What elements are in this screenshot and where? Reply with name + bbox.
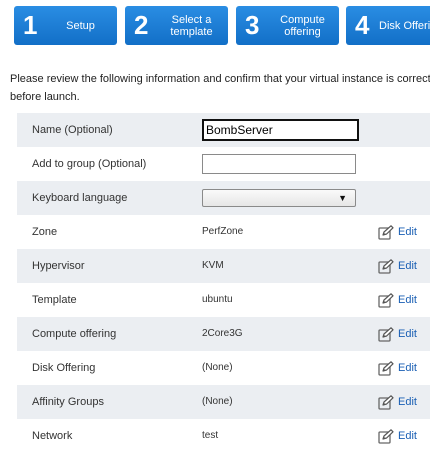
- edit-button[interactable]: Edit: [378, 428, 417, 444]
- edit-pencil-icon: [378, 326, 394, 342]
- edit-pencil-icon: [378, 224, 394, 240]
- row-group: Add to group (Optional): [17, 147, 430, 181]
- field-value: (None): [202, 396, 233, 407]
- field-label: Add to group (Optional): [32, 158, 147, 170]
- edit-pencil-icon: [378, 360, 394, 376]
- field-label: Keyboard language: [32, 192, 128, 204]
- field-label: Template: [32, 294, 77, 306]
- step-number: 3: [245, 10, 260, 40]
- wizard-steps: 1 Setup 2 Select a template 3 Compute of…: [0, 0, 430, 50]
- chevron-down-icon: ▼: [338, 193, 347, 203]
- review-instructions: Please review the following information …: [10, 73, 430, 103]
- row-keyboard: Keyboard language ▼: [17, 181, 430, 215]
- row-disk-offering: Disk Offering (None) Edit: [17, 351, 430, 385]
- field-label: Zone: [32, 226, 58, 238]
- field-value: test: [202, 430, 219, 441]
- step-compute-offering[interactable]: 3 Compute offering: [236, 6, 339, 45]
- field-label: Network: [32, 430, 73, 442]
- field-label: Affinity Groups: [32, 396, 104, 408]
- field-value: 2Core3G: [202, 328, 243, 339]
- step-select-template[interactable]: 2 Select a template: [125, 6, 228, 45]
- edit-link-label[interactable]: Edit: [398, 226, 417, 238]
- edit-link-label[interactable]: Edit: [398, 430, 417, 442]
- edit-button[interactable]: Edit: [378, 224, 417, 240]
- keyboard-language-select[interactable]: ▼: [202, 189, 356, 207]
- step-number: 1: [23, 10, 38, 40]
- edit-button[interactable]: Edit: [378, 326, 417, 342]
- step-label: Compute offering: [280, 13, 325, 38]
- row-network: Network test Edit: [17, 419, 430, 453]
- field-label: Disk Offering: [32, 362, 96, 374]
- group-input[interactable]: [202, 154, 356, 174]
- row-name: Name (Optional): [17, 113, 430, 147]
- field-value: ubuntu: [202, 294, 233, 305]
- field-value: KVM: [202, 260, 224, 271]
- step-disk-offering[interactable]: 4 Disk Offeri: [346, 6, 430, 45]
- edit-button[interactable]: Edit: [378, 258, 417, 274]
- row-compute-offering: Compute offering 2Core3G Edit: [17, 317, 430, 351]
- field-value: PerfZone: [202, 226, 244, 237]
- edit-link-label[interactable]: Edit: [398, 294, 417, 306]
- review-form: Name (Optional) Add to group (Optional) …: [17, 113, 430, 453]
- step-number: 4: [355, 10, 370, 40]
- step-number: 2: [134, 10, 149, 40]
- step-setup[interactable]: 1 Setup: [14, 6, 117, 45]
- edit-pencil-icon: [378, 428, 394, 444]
- edit-button[interactable]: Edit: [378, 292, 417, 308]
- edit-link-label[interactable]: Edit: [398, 362, 417, 374]
- row-hypervisor: Hypervisor KVM Edit: [17, 249, 430, 283]
- name-input[interactable]: [202, 119, 359, 141]
- row-affinity-groups: Affinity Groups (None) Edit: [17, 385, 430, 419]
- field-value: (None): [202, 362, 233, 373]
- edit-pencil-icon: [378, 394, 394, 410]
- edit-pencil-icon: [378, 292, 394, 308]
- edit-button[interactable]: Edit: [378, 394, 417, 410]
- edit-link-label[interactable]: Edit: [398, 396, 417, 408]
- edit-link-label[interactable]: Edit: [398, 328, 417, 340]
- field-label: Compute offering: [32, 328, 117, 340]
- field-label: Name (Optional): [32, 124, 113, 136]
- field-label: Hypervisor: [32, 260, 85, 272]
- row-template: Template ubuntu Edit: [17, 283, 430, 317]
- step-label: Disk Offeri: [379, 19, 430, 32]
- row-zone: Zone PerfZone Edit: [17, 215, 430, 249]
- edit-pencil-icon: [378, 258, 394, 274]
- edit-button[interactable]: Edit: [378, 360, 417, 376]
- edit-link-label[interactable]: Edit: [398, 260, 417, 272]
- step-label: Setup: [66, 19, 95, 32]
- step-label: Select a template: [170, 13, 213, 38]
